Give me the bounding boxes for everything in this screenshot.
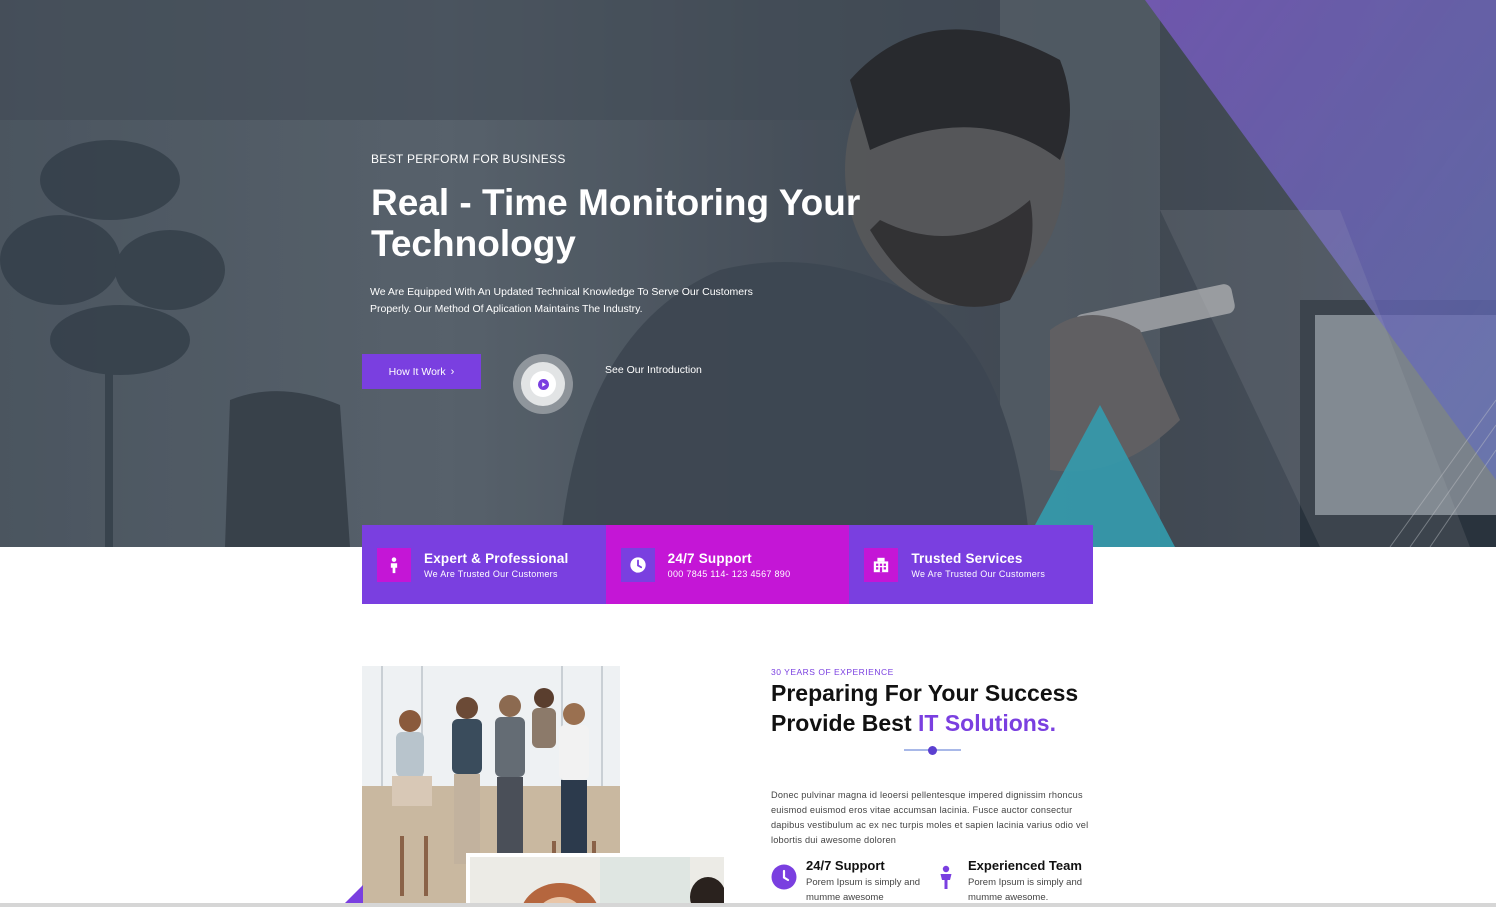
feature-title: Expert & Professional xyxy=(424,550,569,566)
about-point-team: Experienced Team Porem Ipsum is simply a… xyxy=(933,858,1098,905)
clock-icon xyxy=(620,547,655,582)
hero-section: BEST PERFORM FOR BUSINESS Real - Time Mo… xyxy=(0,0,1496,547)
see-introduction-link[interactable]: See Our Introduction xyxy=(605,364,702,376)
experience-tag: 30 YEARS OF EXPERIENCE xyxy=(771,667,894,677)
hero-headline: Real - Time Monitoring Your Technology xyxy=(371,182,861,264)
accent-triangle xyxy=(343,885,363,905)
about-point-title: Experienced Team xyxy=(968,858,1082,873)
about-point-title: 24/7 Support xyxy=(806,858,885,873)
feature-desc: We Are Trusted Our Customers xyxy=(911,568,1046,579)
office-photo xyxy=(466,853,724,907)
about-point-support: 24/7 Support Porem Ipsum is simply and m… xyxy=(771,858,936,905)
how-it-work-label: How It Work xyxy=(388,365,446,378)
hero-tagline: BEST PERFORM FOR BUSINESS xyxy=(371,152,566,166)
title-divider xyxy=(904,744,961,756)
about-point-desc: Porem Ipsum is simply and mumme awesome. xyxy=(968,877,1083,903)
how-it-work-button[interactable]: How It Work › xyxy=(362,354,481,389)
person-icon xyxy=(377,547,411,582)
about-title-highlight: IT Solutions. xyxy=(918,710,1056,736)
play-ring xyxy=(521,362,565,406)
person-icon xyxy=(933,864,959,890)
feature-desc: We Are Trusted Our Customers xyxy=(424,568,558,579)
hero-subtext: We Are Equipped With An Updated Technica… xyxy=(370,286,753,315)
about-point-desc: Porem Ipsum is simply and mumme awesome xyxy=(806,877,921,903)
about-title: Preparing For Your Success Provide Best … xyxy=(771,678,1078,738)
about-title-line2-prefix: Provide Best xyxy=(771,710,918,736)
chevron-right-icon: › xyxy=(450,365,455,378)
feature-card-trusted[interactable]: Trusted Services We Are Trusted Our Cust… xyxy=(849,525,1094,604)
feature-card-expert[interactable]: Expert & Professional We Are Trusted Our… xyxy=(362,525,606,604)
divider-dot xyxy=(928,746,937,755)
feature-strip: Expert & Professional We Are Trusted Our… xyxy=(362,525,1094,604)
office-photo-illustration xyxy=(470,857,724,907)
about-body-text: Donec pulvinar magna id leoersi pellente… xyxy=(771,790,1089,845)
feature-desc: 000 7845 114- 123 4567 890 xyxy=(667,568,791,579)
feature-title: Trusted Services xyxy=(911,550,1023,566)
feature-card-support[interactable]: 24/7 Support 000 7845 114- 123 4567 890 xyxy=(605,525,850,604)
about-title-line1: Preparing For Your Success xyxy=(771,680,1079,706)
page-bottom-border xyxy=(0,903,1496,907)
building-icon xyxy=(864,547,899,582)
play-video-button[interactable] xyxy=(513,354,573,414)
clock-icon xyxy=(771,864,797,890)
feature-title: 24/7 Support xyxy=(667,550,752,566)
hero-overlay xyxy=(0,0,1496,547)
play-icon xyxy=(530,371,556,397)
